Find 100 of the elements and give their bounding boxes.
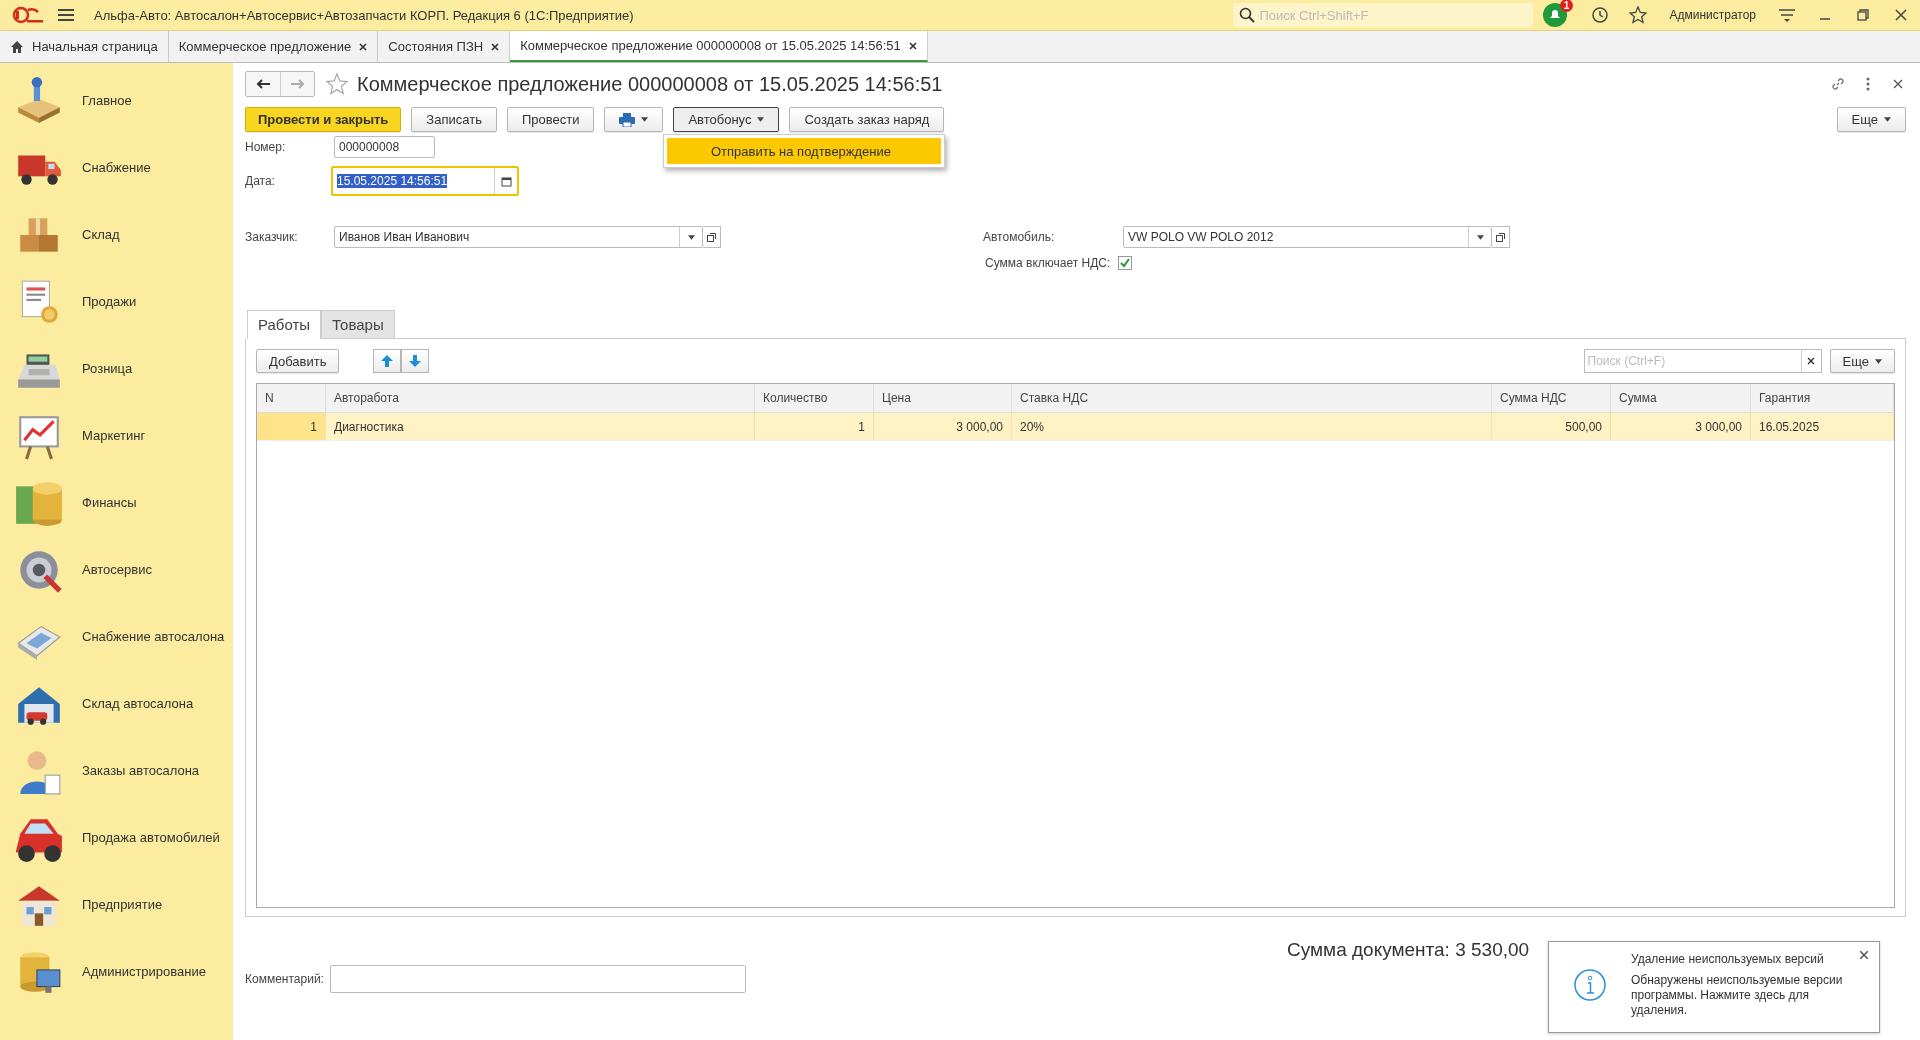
caret-icon [757,117,765,122]
move-up-button[interactable] [373,349,402,373]
menu-item[interactable]: Отправить на подтверждение [667,138,941,164]
close-icon[interactable] [908,41,917,50]
table-cell: 500,00 [1492,413,1611,441]
window-tab[interactable]: Начальная страница [0,31,169,62]
sidebar-item[interactable]: Предприятие [82,897,163,912]
dropdown-button[interactable]: Автобонус [673,107,780,132]
document-title: Коммерческое предложение 000000008 от 15.05.2025 14:56:51 [357,72,944,96]
field-label: Автомобиль: [983,230,1056,244]
global-search-field[interactable]: Поиск Ctrl+Shift+F [1233,3,1534,27]
move-down-button[interactable] [401,349,430,373]
table-cell: 1 [755,413,874,441]
table-cell: 20% [1012,413,1492,441]
notifications-icon[interactable] [1543,3,1568,27]
column-header[interactable]: Количество [755,384,874,413]
up-arrow-icon [381,355,394,367]
sidebar-item[interactable]: Автосервис [82,562,152,577]
more-button[interactable]: Еще [1836,107,1906,132]
menu-icon[interactable] [58,8,74,22]
dropdown-caret-icon [687,234,695,240]
app-title: Альфа-Авто: Автосалон+Автосервис+Автозапчасти КОРП. Редакция 6 (1С:Предприятие) [94,7,635,23]
notification-count: 1 [1559,0,1574,12]
sidebar-item[interactable]: Продажи [82,294,137,309]
comment-field[interactable] [329,965,746,993]
table-cell: 16.05.2025 [1751,413,1894,441]
close-icon[interactable] [491,42,500,51]
link-icon[interactable] [1830,76,1846,92]
window-tab[interactable]: Коммерческое предложение [168,31,379,62]
notification-popup[interactable]: Удаление неиспользуемых версий Обнаружены неиспользуемые версии программы. Нажмите здесь для удаления. [1548,941,1880,1033]
sidebar-item[interactable]: Продажа автомобилей [82,830,220,845]
column-header[interactable]: Гарантия [1751,384,1894,413]
sidebar-item[interactable]: Главное [82,93,132,108]
printer-icon [619,112,636,127]
column-header[interactable]: Авторабота [326,384,755,413]
column-header[interactable]: Ставка НДС [1012,384,1492,413]
logo-icon [12,6,44,24]
open-button[interactable] [703,226,721,248]
customer-field[interactable]: Иванов Иван Иванович [334,226,703,248]
toolbar-button[interactable]: Создать заказ наряд [789,107,945,132]
field-label: Заказчик: [245,230,299,244]
form-tab[interactable]: Работы [247,310,322,339]
form-tab[interactable]: Товары [321,310,395,338]
window-tab[interactable]: Коммерческое предложение 000000008 от 15.05.2025 14:56:51 [510,31,928,62]
table-search-field[interactable]: Поиск (Ctrl+F) [1583,349,1822,373]
notification-title: Удаление неиспользуемых версий [1631,952,1825,967]
open-button[interactable] [1492,226,1510,248]
more-button[interactable]: Еще [1829,349,1895,373]
document-total: Сумма документа: 3 530,00 [1287,939,1530,961]
history-icon[interactable] [1591,6,1610,24]
star-icon[interactable] [325,72,349,96]
table-cell: 1 [257,413,326,441]
toolbar-button[interactable]: Записать [411,107,497,132]
column-header[interactable]: Сумма [1611,384,1751,413]
column-header[interactable]: Цена [874,384,1012,413]
sidebar-item[interactable]: Снабжение [82,160,151,175]
calendar-icon[interactable] [500,175,512,187]
date-field[interactable]: 15.05.2025 14:56:51 [331,166,519,196]
table-row[interactable]: 1 Диагностика 1 3 000,00 20% 500,00 3 000,00 16.05.2025 [257,413,1894,441]
restore-icon[interactable] [1854,6,1872,24]
toolbar-button[interactable]: Провести [506,107,595,132]
number-field[interactable]: 000000008 [334,136,435,158]
info-icon [1573,968,1607,1002]
column-header[interactable]: Сумма НДС [1492,384,1611,413]
sidebar-item[interactable]: Склад [82,227,120,242]
checkbox[interactable] [1118,256,1133,270]
sidebar-item[interactable]: Финансы [82,495,137,510]
table-cell: 3 000,00 [874,413,1012,441]
post-and-close-button[interactable]: Провести и закрыть [245,107,402,132]
caret-icon [641,117,649,122]
column-header[interactable]: N [257,384,326,413]
settings-menu-icon[interactable] [1778,6,1796,24]
sidebar-item[interactable]: Розница [82,361,133,376]
close-icon[interactable] [359,42,368,51]
close-icon [1807,357,1816,365]
user-name[interactable]: Администратор [1669,8,1756,22]
field-label: Комментарий: [245,972,324,986]
caret-icon [1875,358,1882,364]
print-button[interactable] [604,107,664,132]
forward-arrow-icon [290,79,305,89]
car-field[interactable]: VW POLO VW POLO 2012 [1123,226,1492,248]
sidebar-item[interactable]: Маркетинг [82,428,146,443]
field-label: Сумма включает НДС: [985,256,1111,270]
notification-text: Обнаружены неиспользуемые версии программы. Нажмите здесь для удаления. [1631,973,1843,1017]
sidebar-item[interactable]: Склад автосалона [82,696,194,711]
search-icon [1239,7,1256,23]
table-cell: 3 000,00 [1611,413,1751,441]
home-icon [10,39,24,54]
dropdown-caret-icon [1476,234,1484,240]
sidebar-item[interactable]: Заказы автосалона [82,763,200,778]
caret-icon [1884,117,1891,122]
add-button[interactable]: Добавить [256,349,340,373]
back-arrow-icon [256,79,270,89]
close-button[interactable] [1859,950,1869,960]
field-label: Номер: [245,140,287,154]
field-label: Дата: [245,174,276,188]
sidebar-item[interactable]: Снабжение автосалона [82,629,225,644]
sidebar-item[interactable]: Администрирование [82,964,206,979]
star-icon[interactable] [1629,6,1648,24]
table-cell: Диагностика [326,413,755,441]
